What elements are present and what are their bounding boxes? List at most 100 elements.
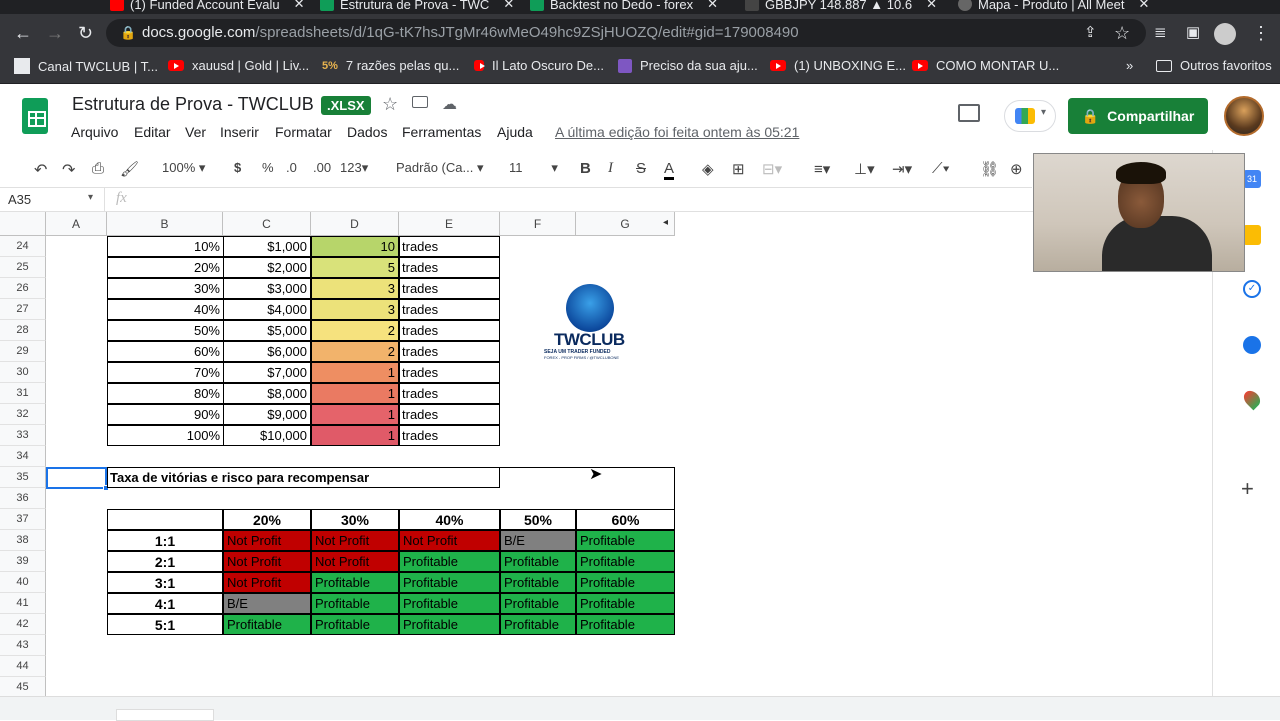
- browser-tab-4[interactable]: GBBJPY 148.887 ▲ 10.6 ✕: [745, 0, 937, 14]
- column-header-g[interactable]: G: [576, 212, 675, 236]
- url-input[interactable]: 🔒 docs.google.com/spreadsheets/d/1qG-tK7…: [106, 19, 1146, 47]
- column-header-c[interactable]: C: [223, 212, 311, 236]
- reload-icon[interactable]: ↻: [78, 23, 93, 43]
- star-icon[interactable]: ☆: [1114, 23, 1130, 43]
- winrate-header-cell[interactable]: 40%: [399, 509, 500, 530]
- move-folder-icon[interactable]: [412, 96, 428, 108]
- close-icon[interactable]: ✕: [1138, 0, 1149, 12]
- rr-result-cell[interactable]: B/E: [223, 593, 311, 614]
- currency-format-button[interactable]: $: [234, 160, 241, 175]
- paint-format-icon[interactable]: 🖌: [120, 160, 139, 178]
- star-icon[interactable]: ☆: [382, 94, 398, 115]
- increase-decimal-button[interactable]: .00: [313, 160, 331, 175]
- rr-result-cell[interactable]: Not Profit: [311, 530, 399, 551]
- row-header[interactable]: 25: [0, 257, 46, 278]
- menu-dados[interactable]: Dados: [347, 124, 387, 140]
- sidebar-icon[interactable]: ▣: [1186, 23, 1200, 43]
- calendar-icon[interactable]: 31: [1243, 170, 1261, 188]
- profile-avatar[interactable]: [1214, 23, 1236, 45]
- rr-ratio-cell[interactable]: 1:1: [107, 530, 223, 551]
- section-title-cell[interactable]: Taxa de vitórias e risco para recompensa…: [107, 467, 500, 488]
- trades-unit-cell[interactable]: trades: [399, 383, 500, 404]
- keep-icon[interactable]: [1243, 225, 1261, 245]
- rr-header-blank[interactable]: [107, 509, 223, 530]
- column-header-d[interactable]: D: [311, 212, 399, 236]
- rr-result-cell[interactable]: Profitable: [500, 614, 576, 635]
- row-header[interactable]: 39: [0, 551, 46, 572]
- document-title[interactable]: Estrutura de Prova - TWCLUB: [72, 94, 314, 115]
- rr-ratio-cell[interactable]: 2:1: [107, 551, 223, 572]
- decrease-decimal-button[interactable]: .0: [286, 160, 297, 175]
- column-header-b[interactable]: B: [107, 212, 223, 236]
- menu-ferramentas[interactable]: Ferramentas: [402, 124, 481, 140]
- browser-tab-5[interactable]: Mapa - Produto | All Meet ✕: [958, 0, 1149, 14]
- risk-amount-cell[interactable]: $3,000: [223, 278, 311, 299]
- rr-result-cell[interactable]: Profitable: [576, 572, 675, 593]
- text-color-button[interactable]: A: [664, 160, 675, 180]
- rr-result-cell[interactable]: Profitable: [311, 593, 399, 614]
- trades-count-cell[interactable]: 1: [311, 404, 399, 425]
- chevron-down-icon[interactable]: ▾: [88, 192, 93, 203]
- row-header[interactable]: 43: [0, 635, 46, 656]
- row-header[interactable]: 44: [0, 656, 46, 677]
- share-page-icon[interactable]: ⇪: [1084, 23, 1097, 43]
- user-avatar[interactable]: [1224, 96, 1264, 136]
- trades-count-cell[interactable]: 1: [311, 425, 399, 446]
- winrate-header-cell[interactable]: 30%: [311, 509, 399, 530]
- risk-amount-cell[interactable]: $10,000: [223, 425, 311, 446]
- menu-dots-icon[interactable]: ⋮: [1252, 23, 1270, 43]
- close-icon[interactable]: ✕: [294, 0, 305, 12]
- rr-result-cell[interactable]: Profitable: [500, 572, 576, 593]
- undo-icon[interactable]: ↶: [34, 160, 47, 180]
- text-rotation-icon[interactable]: ⟋▾: [932, 160, 950, 177]
- risk-percent-cell[interactable]: 20%: [107, 257, 223, 278]
- forward-icon[interactable]: →: [46, 23, 64, 43]
- row-header[interactable]: 33: [0, 425, 46, 446]
- reading-list-icon[interactable]: ≣: [1154, 23, 1167, 43]
- rr-result-cell[interactable]: Profitable: [500, 551, 576, 572]
- bookmark-item[interactable]: 5% 7 razões pelas qu...: [322, 58, 459, 73]
- contacts-icon[interactable]: [1243, 336, 1261, 354]
- rr-result-cell[interactable]: Profitable: [576, 551, 675, 572]
- rr-result-cell[interactable]: Not Profit: [223, 572, 311, 593]
- spreadsheet-grid[interactable]: A B C D E F G ◂ TWCLUB SEJA UM TRADER FU…: [0, 212, 1212, 698]
- rr-ratio-cell[interactable]: 4:1: [107, 593, 223, 614]
- row-header[interactable]: 24: [0, 236, 46, 257]
- borders-icon[interactable]: ⊞: [732, 160, 745, 178]
- row-header[interactable]: 28: [0, 320, 46, 341]
- meet-button[interactable]: ▾: [1004, 100, 1056, 132]
- font-size-select[interactable]: 11 ▾: [509, 160, 558, 176]
- back-icon[interactable]: ←: [14, 23, 32, 43]
- bold-button[interactable]: B: [580, 160, 591, 177]
- browser-tab-1[interactable]: (1) Funded Account Evalu ✕: [110, 0, 305, 14]
- risk-percent-cell[interactable]: 10%: [107, 236, 223, 257]
- winrate-header-cell[interactable]: 60%: [576, 509, 675, 530]
- bookmark-item[interactable]: Preciso da sua aju...: [618, 58, 758, 73]
- menu-ver[interactable]: Ver: [185, 124, 206, 140]
- redo-icon[interactable]: ↷: [62, 160, 75, 180]
- risk-percent-cell[interactable]: 60%: [107, 341, 223, 362]
- text-wrap-icon[interactable]: ⇥▾: [892, 160, 912, 178]
- bookmark-item[interactable]: Canal TWCLUB | T...: [14, 58, 158, 74]
- formula-input[interactable]: [146, 190, 1026, 210]
- bookmarks-overflow[interactable]: »: [1126, 58, 1133, 73]
- risk-amount-cell[interactable]: $1,000: [223, 236, 311, 257]
- row-header[interactable]: 37: [0, 509, 46, 530]
- menu-arquivo[interactable]: Arquivo: [71, 124, 118, 140]
- risk-percent-cell[interactable]: 100%: [107, 425, 223, 446]
- close-icon[interactable]: ✕: [503, 0, 514, 12]
- risk-amount-cell[interactable]: $5,000: [223, 320, 311, 341]
- column-header-f[interactable]: F: [500, 212, 576, 236]
- rr-result-cell[interactable]: Profitable: [399, 572, 500, 593]
- row-header[interactable]: 41: [0, 593, 46, 614]
- bookmark-item[interactable]: (1) UNBOXING E...: [770, 58, 906, 73]
- risk-percent-cell[interactable]: 80%: [107, 383, 223, 404]
- scroll-left-icon[interactable]: ◂: [663, 217, 668, 228]
- rr-result-cell[interactable]: Profitable: [311, 572, 399, 593]
- winrate-header-cell[interactable]: 20%: [223, 509, 311, 530]
- trades-count-cell[interactable]: 1: [311, 383, 399, 404]
- rr-result-cell[interactable]: Profitable: [576, 614, 675, 635]
- name-box[interactable]: A35: [8, 192, 31, 207]
- trades-unit-cell[interactable]: trades: [399, 362, 500, 383]
- column-header-e[interactable]: E: [399, 212, 500, 236]
